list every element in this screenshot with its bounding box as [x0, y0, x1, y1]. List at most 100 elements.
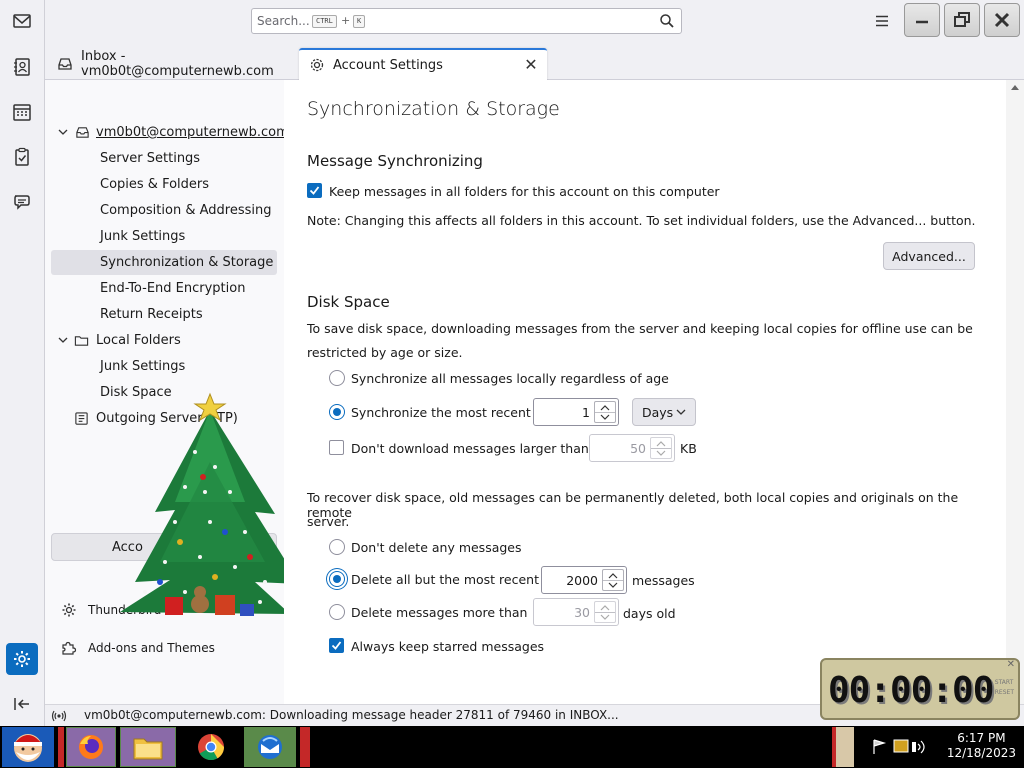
puzzle-icon — [62, 641, 77, 655]
tree-item-junk-settings[interactable]: Junk Settings — [51, 224, 277, 249]
days-old-stepper[interactable]: 30 — [533, 598, 619, 626]
dont-download-checkbox[interactable] — [329, 440, 344, 455]
tree-item-local-junk[interactable]: Junk Settings — [51, 354, 277, 379]
tree-local-folders[interactable]: Local Folders — [51, 328, 277, 353]
days-old-unit: days old — [623, 606, 676, 621]
collapse-spaces-button[interactable] — [6, 688, 38, 720]
sync-recent-label: Synchronize the most recent — [351, 405, 531, 420]
chevron-down-icon[interactable] — [608, 582, 618, 589]
tree-item-label: Server Settings — [100, 151, 201, 166]
sync-all-radio[interactable] — [329, 370, 345, 386]
tree-item-sync-storage[interactable]: Synchronization & Storage — [51, 250, 277, 275]
sync-all-label: Synchronize all messages locally regardl… — [351, 371, 669, 386]
tasks-icon — [15, 147, 29, 166]
tree-item-return-receipts[interactable]: Return Receipts — [51, 302, 277, 327]
sync-recent-radio[interactable] — [329, 404, 345, 420]
address-book-icon — [14, 58, 30, 76]
folder-icon — [74, 336, 89, 346]
tree-item-copies-folders[interactable]: Copies & Folders — [51, 172, 277, 197]
chevron-down-icon[interactable] — [600, 414, 610, 421]
search-input[interactable]: Search... CTRL + K — [251, 8, 682, 34]
addons-themes-link[interactable]: Add-ons and Themes — [61, 637, 215, 659]
timer-close-icon[interactable]: ✕ — [1007, 659, 1015, 670]
restore-icon — [954, 12, 970, 27]
tree-account-root[interactable]: vm0b0t@computernewb.com — [51, 120, 289, 145]
keep-messages-label: Keep messages in all folders for this ac… — [329, 184, 720, 199]
tasks-space-button[interactable] — [6, 141, 38, 173]
keep-count-stepper[interactable]: 2000 — [541, 566, 627, 594]
stepper-arrows[interactable] — [602, 569, 624, 591]
delete-older-radio[interactable] — [329, 604, 345, 620]
tree-item-e2e-encryption[interactable]: End-To-End Encryption — [51, 276, 277, 301]
chevron-down-icon[interactable] — [656, 450, 666, 457]
chevron-down-icon[interactable] — [57, 334, 69, 346]
chevron-down-icon[interactable] — [600, 614, 610, 621]
tab-label: Account Settings — [333, 57, 443, 73]
tree-item-label: Return Receipts — [100, 307, 203, 322]
timer-widget[interactable]: 00:00:00 ✕ START RESET — [820, 658, 1020, 720]
online-status-icon[interactable] — [51, 708, 67, 724]
tree-item-composition[interactable]: Composition & Addressing — [51, 198, 277, 223]
recover-desc-1: To recover disk space, old messages can … — [307, 490, 959, 520]
tab-account-settings[interactable]: Account Settings ✕ — [299, 48, 547, 80]
stepper-arrows[interactable] — [650, 437, 672, 459]
sync-unit-dropdown[interactable]: Days — [632, 398, 696, 426]
advanced-button[interactable]: Advanced... — [883, 242, 975, 270]
status-text: vm0b0t@computernewb.com: Downloading mes… — [84, 708, 619, 722]
tree-item-label: Local Folders — [96, 333, 181, 348]
dont-delete-radio[interactable] — [329, 539, 345, 555]
close-button[interactable] — [984, 3, 1020, 37]
calendar-space-button[interactable] — [6, 96, 38, 128]
start-button[interactable] — [2, 727, 54, 767]
address-book-space-button[interactable] — [6, 51, 38, 83]
keep-count-unit: messages — [632, 573, 695, 588]
system-tray[interactable] — [870, 727, 934, 767]
stepper-arrows[interactable] — [594, 601, 616, 623]
shortcut-k-key: K — [353, 15, 366, 28]
restore-button[interactable] — [944, 3, 980, 37]
taskbar-separator — [300, 727, 310, 767]
firefox-taskbar-button[interactable] — [66, 727, 116, 767]
thunderbird-taskbar-button[interactable] — [244, 727, 296, 767]
keep-messages-checkbox[interactable] — [307, 183, 322, 198]
tree-item-label: Composition & Addressing — [100, 203, 272, 218]
timer-taskbar-button[interactable] — [832, 727, 854, 767]
app-menu-button[interactable] — [871, 10, 893, 32]
timer-side-labels[interactable]: START RESET — [995, 678, 1014, 698]
chevron-up-icon[interactable] — [600, 404, 610, 411]
checkmark-icon — [309, 186, 320, 195]
mail-space-button[interactable] — [6, 5, 38, 37]
shortcut-ctrl-key: CTRL — [312, 15, 337, 28]
settings-space-button[interactable] — [6, 643, 38, 675]
content-scrollbar[interactable] — [1006, 80, 1024, 704]
max-size-stepper[interactable]: 50 — [589, 434, 675, 462]
outgoing-server-icon — [75, 412, 88, 425]
delete-all-but-radio[interactable] — [329, 571, 345, 587]
chat-space-button[interactable] — [6, 186, 38, 218]
scroll-up-icon[interactable] — [1011, 85, 1019, 90]
chevron-up-icon[interactable] — [600, 604, 610, 611]
tab-inbox[interactable]: Inbox - vm0b0t@computernewb.com — [57, 48, 297, 80]
timer-reset-label[interactable]: RESET — [995, 688, 1014, 698]
keep-starred-checkbox[interactable] — [329, 638, 344, 653]
stepper-arrows[interactable] — [594, 401, 616, 423]
dont-delete-label: Don't delete any messages — [351, 540, 522, 555]
search-icon[interactable] — [659, 13, 675, 29]
minimize-button[interactable] — [904, 3, 940, 37]
chrome-taskbar-button[interactable] — [186, 727, 236, 767]
chevron-up-icon[interactable] — [656, 440, 666, 447]
santa-icon — [14, 734, 42, 762]
tree-item-server-settings[interactable]: Server Settings — [51, 146, 277, 171]
chevron-up-icon[interactable] — [608, 572, 618, 579]
addons-link-label: Add-ons and Themes — [88, 641, 215, 655]
account-name: vm0b0t@computernewb.com — [96, 125, 289, 140]
close-tab-icon[interactable]: ✕ — [523, 57, 539, 73]
taskbar-clock[interactable]: 6:17 PM 12/18/2023 — [947, 731, 1016, 761]
mail-account-icon — [76, 127, 89, 138]
timer-start-label[interactable]: START — [995, 678, 1014, 688]
sync-recent-stepper[interactable]: 1 — [533, 398, 619, 426]
file-explorer-taskbar-button[interactable] — [120, 727, 176, 767]
keep-starred-label: Always keep starred messages — [351, 639, 545, 654]
settings-content: Synchronization & Storage Message Synchr… — [284, 80, 1006, 704]
chevron-down-icon[interactable] — [57, 126, 69, 138]
